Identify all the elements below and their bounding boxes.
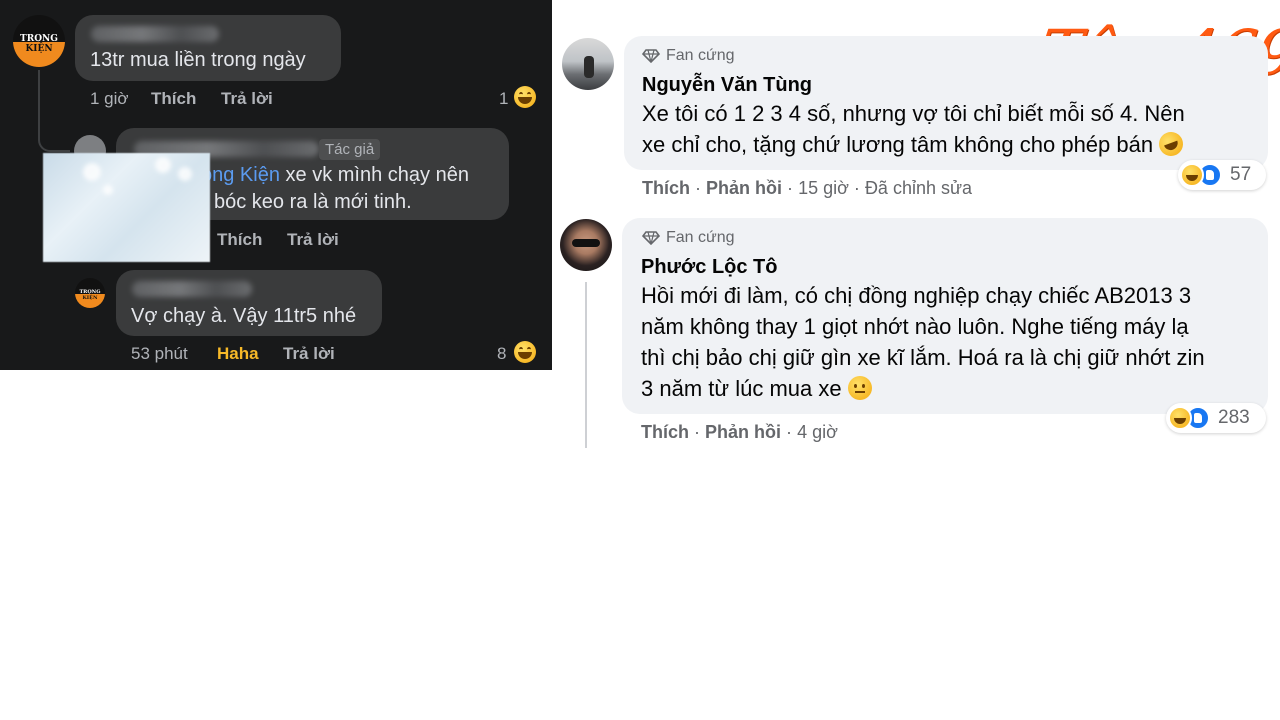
mention-link[interactable]: ong Kiện <box>201 164 280 186</box>
comment-text-line1: ong Kiện xe vk mình chạy nên <box>201 164 469 187</box>
reply-link[interactable]: Phản hồi <box>705 422 781 442</box>
comment-text: Vợ chạy à. Vậy 11tr5 nhé <box>131 305 357 327</box>
haha-reaction-icon[interactable] <box>514 86 536 108</box>
reaction-count[interactable]: 1 <box>499 89 508 109</box>
fan-badge: Fan cứng <box>642 229 735 247</box>
separator-dot: · <box>853 178 860 198</box>
comment-actions: Thích · Phản hồi · 15 giờ · Đã chỉnh sửa <box>642 178 972 199</box>
reaction-summary[interactable]: 283 <box>1166 403 1266 433</box>
thread-connector <box>585 282 587 448</box>
neutral-face-emoji-icon <box>847 376 872 400</box>
edited-label: Đã chỉnh sửa <box>864 178 973 198</box>
commenter-avatar[interactable] <box>562 38 614 90</box>
reply-link[interactable]: Trả lời <box>221 89 273 109</box>
reaction-count: 57 <box>1230 164 1252 185</box>
reply-link[interactable]: Phản hồi <box>706 178 782 198</box>
comment-text-line1: Hồi mới đi làm, có chị đồng nghiệp chạy … <box>641 283 1192 308</box>
dark-comment-thread: TRỌNG KIỆN 13tr mua liền trong ngày 1 gi… <box>0 0 552 370</box>
reaction-count[interactable]: 8 <box>497 344 506 364</box>
separator-dot: · <box>787 178 794 198</box>
comment-time[interactable]: 4 giờ <box>797 422 838 442</box>
comment-text-line2-content: xe chỉ cho, tặng chứ lương tâm không cho… <box>642 132 1154 157</box>
separator-dot: · <box>695 178 702 198</box>
comment-text-line4-content: 3 năm từ lúc mua xe <box>641 376 842 401</box>
haha-reaction-icon <box>1168 406 1192 430</box>
comment-text: 13tr mua liền trong ngày <box>90 49 306 71</box>
censored-overlay <box>43 153 210 262</box>
commenter-name[interactable]: Nguyễn Văn Tùng <box>642 74 812 97</box>
reply-link[interactable]: Trả lời <box>287 230 339 250</box>
reaction-count: 283 <box>1218 407 1250 428</box>
comment-time[interactable]: 1 giờ <box>90 89 129 109</box>
avatar-logo-bottom: KIỆN <box>75 293 105 308</box>
comment-text-line3: thì chị bảo chị giữ gìn xe kĩ lắm. Hoá r… <box>641 345 1205 370</box>
separator-dot: · <box>694 422 701 442</box>
blurred-commenter-name <box>91 26 219 42</box>
haha-reaction-icon <box>1180 163 1204 187</box>
like-link[interactable]: Thích <box>642 178 690 198</box>
diamond-icon <box>642 231 660 245</box>
commenter-name[interactable]: Phước Lộc Tô <box>641 256 777 279</box>
author-badge: Tác giả <box>319 139 381 160</box>
comment-text-line2: năm không thay 1 giọt nhớt nào luôn. Ngh… <box>641 314 1189 339</box>
fan-badge-label: Fan cứng <box>666 229 735 246</box>
comment-bubble: Vợ chạy à. Vậy 11tr5 nhé <box>116 270 382 336</box>
comment-bubble: Fan cứng Nguyễn Văn Tùng Xe tôi có 1 2 3… <box>624 36 1268 170</box>
reaction-summary[interactable]: 57 <box>1178 160 1266 190</box>
comment-text-line4: 3 năm từ lúc mua xe <box>641 373 872 404</box>
comment-text-rest: xe vk mình chạy nên <box>279 164 469 186</box>
comment-bubble: 13tr mua liền trong ngày <box>75 15 341 81</box>
commenter-avatar[interactable] <box>560 219 612 271</box>
commenter-avatar[interactable]: TRỌNG KIỆN <box>75 278 105 308</box>
comment-bubble: Fan cứng Phước Lộc Tô Hồi mới đi làm, có… <box>622 218 1268 414</box>
comment-text-line1: Xe tôi có 1 2 3 4 số, nhưng vợ tôi chỉ b… <box>642 101 1185 126</box>
comment-actions: Thích · Phản hồi · 4 giờ <box>641 422 838 443</box>
haha-reaction-link[interactable]: Haha <box>217 344 259 364</box>
reply-link[interactable]: Trả lời <box>283 344 335 364</box>
haha-reaction-icon[interactable] <box>514 341 536 363</box>
comment-time[interactable]: 15 giờ <box>798 178 849 198</box>
blurred-commenter-name <box>132 281 252 297</box>
like-link[interactable]: Thích <box>217 230 262 250</box>
reply-connector <box>38 70 70 152</box>
like-link[interactable]: Thích <box>151 89 196 109</box>
rofl-emoji-icon <box>1155 128 1187 160</box>
comment-time[interactable]: 53 phút <box>131 344 188 364</box>
comment-text-line2: xe chỉ cho, tặng chứ lương tâm không cho… <box>642 128 1187 160</box>
fan-badge-label: Fan cứng <box>666 47 735 64</box>
commenter-avatar[interactable]: TRỌNG KIỆN <box>13 15 65 67</box>
fan-badge: Fan cứng <box>642 47 735 65</box>
avatar-logo-bottom: KIỆN <box>13 41 65 67</box>
diamond-icon <box>642 49 660 63</box>
comment-text-line2: bóc keo ra là mới tinh. <box>214 191 412 213</box>
like-link[interactable]: Thích <box>641 422 689 442</box>
separator-dot: · <box>786 422 793 442</box>
